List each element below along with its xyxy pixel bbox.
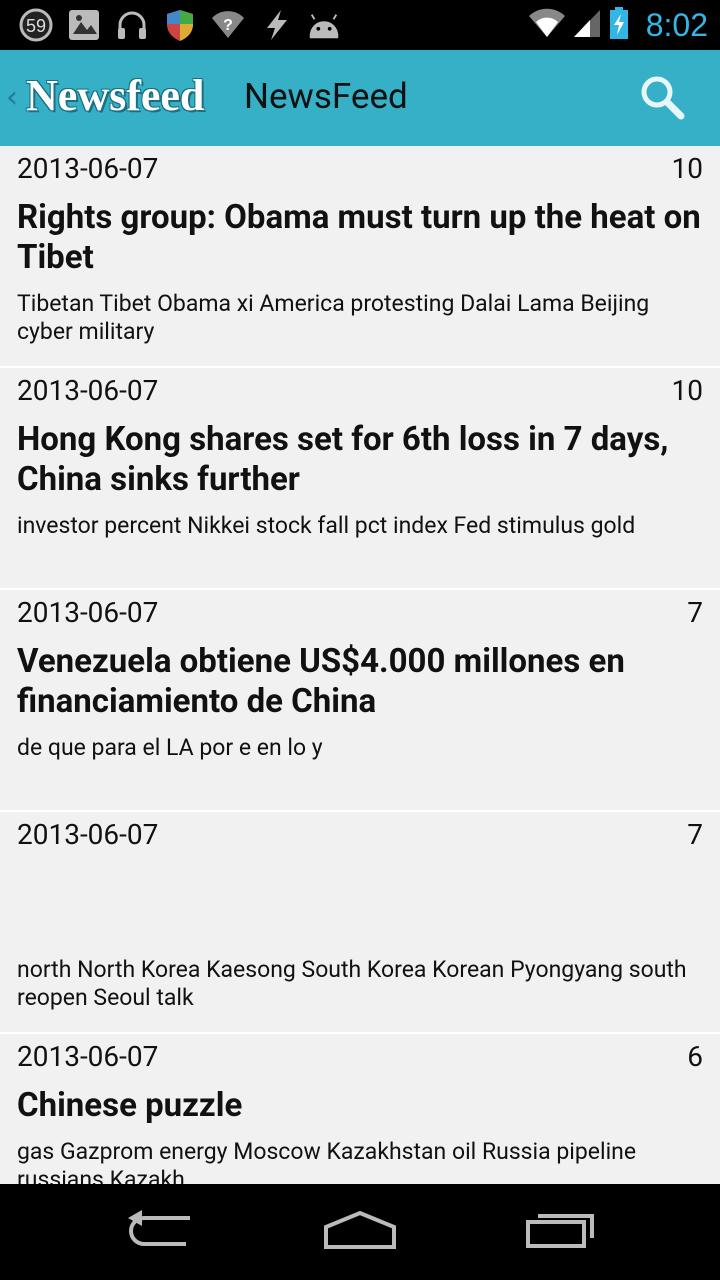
gallery-icon bbox=[66, 7, 102, 43]
headphones-icon bbox=[114, 7, 150, 43]
home-button[interactable] bbox=[305, 1202, 415, 1262]
recent-apps-button[interactable] bbox=[505, 1202, 615, 1262]
home-icon bbox=[322, 1209, 398, 1255]
article-keywords: north North Korea Kaesong South Korea Ko… bbox=[17, 956, 687, 1011]
list-item[interactable]: 2013-06-07 7 Venezuela obtiene US$4.000 … bbox=[0, 590, 720, 812]
status-bar-notifications: 59 ? bbox=[18, 7, 342, 43]
app-logo[interactable]: Newsfeed bbox=[26, 70, 204, 121]
article-title: Chinese puzzle bbox=[17, 1086, 243, 1125]
article-date: 2013-06-07 bbox=[17, 818, 159, 851]
list-item[interactable]: 2013-06-07 10 Hong Kong shares set for 6… bbox=[0, 368, 720, 590]
search-icon bbox=[637, 72, 687, 126]
article-count: 10 bbox=[671, 152, 703, 185]
article-count: 7 bbox=[687, 818, 703, 851]
article-keywords: de que para el LA por e en lo y bbox=[17, 734, 323, 761]
news-list: 2013-06-07 10 Rights group: Obama must t… bbox=[0, 146, 720, 1184]
article-keywords: gas Gazprom energy Moscow Kazakhstan oil… bbox=[17, 1138, 637, 1184]
article-date: 2013-06-07 bbox=[17, 596, 159, 629]
search-button[interactable] bbox=[630, 72, 694, 126]
action-bar: ‹ Newsfeed NewsFeed bbox=[0, 50, 720, 146]
notification-counter-icon: 59 bbox=[18, 7, 54, 43]
list-item[interactable]: 2013-06-07 6 Chinese puzzle gas Gazprom … bbox=[0, 1034, 720, 1184]
wifi-question-icon: ? bbox=[210, 7, 246, 43]
wifi-signal-icon bbox=[528, 8, 566, 42]
lightning-icon bbox=[258, 7, 294, 43]
shield-icon bbox=[162, 7, 198, 43]
back-icon bbox=[124, 1210, 196, 1254]
article-count: 10 bbox=[671, 374, 703, 407]
article-title: Hong Kong shares set for 6th loss in 7 d… bbox=[17, 420, 669, 499]
article-date: 2013-06-07 bbox=[17, 374, 159, 407]
article-keywords: Tibetan Tibet Obama xi America protestin… bbox=[17, 290, 650, 345]
battery-charging-icon bbox=[608, 6, 630, 44]
article-count: 7 bbox=[687, 596, 703, 629]
clock: 8:02 bbox=[645, 6, 708, 43]
article-title: Venezuela obtiene US$4.000 millones en f… bbox=[17, 642, 625, 721]
page-title: NewsFeed bbox=[244, 76, 408, 117]
cell-signal-icon bbox=[572, 8, 602, 42]
status-bar: 59 ? 8:02 bbox=[0, 0, 720, 50]
article-date: 2013-06-07 bbox=[17, 1040, 159, 1073]
list-item[interactable]: 2013-06-07 10 Rights group: Obama must t… bbox=[0, 146, 720, 368]
android-icon bbox=[306, 7, 342, 43]
back-button[interactable] bbox=[105, 1202, 215, 1262]
article-date: 2013-06-07 bbox=[17, 152, 159, 185]
status-bar-system: 8:02 bbox=[528, 0, 708, 50]
article-title: Rights group: Obama must turn up the hea… bbox=[17, 198, 701, 277]
up-navigation-icon[interactable]: ‹ bbox=[6, 80, 18, 115]
article-count: 6 bbox=[687, 1040, 703, 1073]
recent-apps-icon bbox=[524, 1210, 596, 1254]
svg-text:?: ? bbox=[223, 17, 233, 34]
navigation-bar bbox=[0, 1184, 720, 1280]
article-keywords: investor percent Nikkei stock fall pct i… bbox=[17, 512, 636, 539]
list-item[interactable]: 2013-06-07 7 north North Korea Kaesong S… bbox=[0, 812, 720, 1034]
notification-count: 59 bbox=[26, 16, 46, 36]
